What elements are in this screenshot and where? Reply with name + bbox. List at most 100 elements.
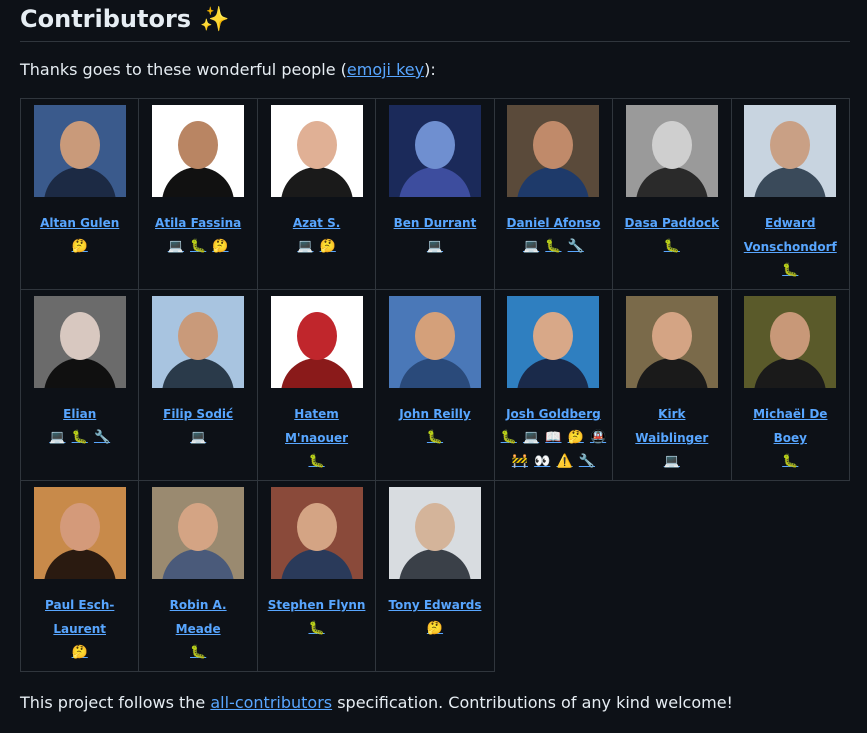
contributor-avatar[interactable] xyxy=(388,487,481,579)
all-contributors-link[interactable]: all-contributors xyxy=(210,693,332,712)
contribution-types: 💻 🤔 xyxy=(258,235,375,259)
contribution-emoji-link[interactable]: 🐛 xyxy=(782,263,798,278)
avatar-torso xyxy=(635,358,708,388)
contributors-row: Paul Esch-Laurent 🤔 Robin A. Meade 🐛 Steph… xyxy=(19,480,850,672)
contribution-emoji-link[interactable]: 🐛 xyxy=(308,454,324,469)
contributor-name-link[interactable]: Michaël De Boey xyxy=(740,402,840,450)
contributor-avatar[interactable] xyxy=(388,105,481,197)
contributor-avatar[interactable] xyxy=(270,105,363,197)
contribution-emoji-link[interactable]: 🐛 xyxy=(501,430,517,445)
contributor-avatar[interactable] xyxy=(625,105,718,197)
contributor-name-link[interactable]: Atila Fassina xyxy=(155,211,241,235)
avatar-torso xyxy=(754,167,827,197)
avatar-torso xyxy=(635,167,708,197)
contributor-name-link[interactable]: Daniel Afonso xyxy=(506,211,600,235)
contribution-emoji-link[interactable]: 🤔 xyxy=(212,239,228,254)
contributors-row: Elian 💻 🐛 🔧 Filip Sodić 💻 Hatem M'naouer 🐛 … xyxy=(19,289,851,481)
contributor-cell: Filip Sodić 💻 xyxy=(138,289,258,481)
contribution-emoji-link[interactable]: 🐛 xyxy=(308,621,324,636)
contribution-emoji-link[interactable]: 💻 xyxy=(427,239,443,254)
contribution-emoji-link[interactable]: 🐛 xyxy=(427,430,443,445)
contribution-emoji-link[interactable]: 🐛 xyxy=(190,239,206,254)
contributor-name-link[interactable]: Hatem M'naouer xyxy=(267,402,367,450)
contribution-emoji-link[interactable]: 💻 xyxy=(523,239,539,254)
contribution-emoji-link[interactable]: 🔧 xyxy=(94,430,110,445)
contribution-emoji-link[interactable]: 💻 xyxy=(297,239,313,254)
avatar-torso xyxy=(398,358,471,388)
contribution-emoji-link[interactable]: 💻 xyxy=(523,430,539,445)
avatar-head xyxy=(770,121,811,169)
contribution-emoji-link[interactable]: 💻 xyxy=(49,430,65,445)
contributor-cell: Kirk Waiblinger 💻 xyxy=(612,289,732,481)
avatar-torso xyxy=(162,358,235,388)
contributor-avatar[interactable] xyxy=(625,296,718,388)
contribution-emoji-link[interactable]: 🚇 xyxy=(590,430,606,445)
contributor-avatar[interactable] xyxy=(270,487,363,579)
avatar-head xyxy=(770,312,811,360)
contributor-name-link[interactable]: Altan Gulen xyxy=(40,211,119,235)
contributor-name-link[interactable]: Robin A. Meade xyxy=(148,593,248,641)
contribution-emoji-link[interactable]: 🐛 xyxy=(545,239,561,254)
contributor-avatar[interactable] xyxy=(744,296,837,388)
contribution-emoji-link[interactable]: 💻 xyxy=(168,239,184,254)
contribution-emoji-link[interactable]: 🐛 xyxy=(190,645,206,660)
contributor-name-link[interactable]: John Reilly xyxy=(399,402,471,426)
contributor-cell: Josh Goldberg 🐛 💻 📖 🤔 🚇 🚧 👀 ⚠️ 🔧 xyxy=(493,289,614,481)
contribution-emoji-link[interactable]: 💻 xyxy=(190,430,206,445)
avatar-torso xyxy=(398,167,471,197)
contribution-emoji-link[interactable]: 🐛 xyxy=(72,430,88,445)
contributor-cell: Dasa Paddock 🐛 xyxy=(612,98,732,290)
contribution-types: 💻 🐛 🤔 xyxy=(139,235,256,259)
contributor-avatar[interactable] xyxy=(270,296,363,388)
intro-suffix: ): xyxy=(424,60,436,79)
contributor-name-link[interactable]: Elian xyxy=(63,402,96,426)
contribution-emoji-link[interactable]: 🤔 xyxy=(72,239,88,254)
contributor-avatar[interactable] xyxy=(33,296,126,388)
contribution-emoji-link[interactable]: 🤔 xyxy=(320,239,336,254)
contributor-name-link[interactable]: Azat S. xyxy=(293,211,340,235)
avatar-head xyxy=(296,312,337,360)
contribution-emoji-link[interactable]: 🐛 xyxy=(782,454,798,469)
avatar-head xyxy=(296,503,337,551)
avatar-head xyxy=(178,503,219,551)
contributor-cell: Michaël De Boey 🐛 xyxy=(730,289,851,481)
contribution-emoji-link[interactable]: ⚠️ xyxy=(556,454,572,469)
contributor-avatar[interactable] xyxy=(152,487,245,579)
contributor-avatar[interactable] xyxy=(744,105,837,197)
contributor-avatar[interactable] xyxy=(152,105,245,197)
contributor-avatar[interactable] xyxy=(507,105,600,197)
contributor-avatar[interactable] xyxy=(388,296,481,388)
contributor-avatar[interactable] xyxy=(33,105,126,197)
contributor-name-link[interactable]: Ben Durrant xyxy=(394,211,477,235)
contribution-emoji-link[interactable]: 🤔 xyxy=(72,645,88,660)
contributor-avatar[interactable] xyxy=(33,487,126,579)
contribution-emoji-link[interactable]: 🤔 xyxy=(427,621,443,636)
contributor-cell: Elian 💻 🐛 🔧 xyxy=(19,289,140,481)
contributor-cell: Robin A. Meade 🐛 xyxy=(138,480,258,672)
contributor-name-link[interactable]: Edward Vonschondorf xyxy=(740,211,840,259)
contributor-avatar[interactable] xyxy=(507,296,600,388)
contributor-name-link[interactable]: Paul Esch-Laurent xyxy=(30,593,130,641)
contribution-types: 🤔 xyxy=(21,235,138,259)
contributor-name-link[interactable]: Stephen Flynn xyxy=(268,593,366,617)
contributor-cell: John Reilly 🐛 xyxy=(375,289,495,481)
contributor-name-link[interactable]: Josh Goldberg xyxy=(506,402,601,426)
contributor-name-link[interactable]: Filip Sodić xyxy=(163,402,233,426)
contribution-emoji-link[interactable]: 🚧 xyxy=(512,454,528,469)
contributor-name-link[interactable]: Kirk Waiblinger xyxy=(622,402,722,450)
contribution-emoji-link[interactable]: 🔧 xyxy=(568,239,584,254)
contribution-emoji-link[interactable]: 💻 xyxy=(664,454,680,469)
contribution-emoji-link[interactable]: 🤔 xyxy=(568,430,584,445)
contributors-table: Altan Gulen 🤔 Atila Fassina 💻 🐛 🤔 Azat S. 💻… xyxy=(19,98,851,672)
contribution-emoji-link[interactable]: 👀 xyxy=(534,454,550,469)
contributor-name-link[interactable]: Dasa Paddock xyxy=(625,211,720,235)
contributor-avatar[interactable] xyxy=(152,296,245,388)
contribution-emoji-link[interactable]: 🐛 xyxy=(664,239,680,254)
contributor-name-link[interactable]: Tony Edwards xyxy=(388,593,481,617)
contribution-emoji-link[interactable]: 📖 xyxy=(545,430,561,445)
avatar-head xyxy=(651,121,692,169)
contributor-cell: Atila Fassina 💻 🐛 🤔 xyxy=(138,98,258,290)
footer-text: This project follows the all-contributor… xyxy=(20,691,850,715)
contribution-emoji-link[interactable]: 🔧 xyxy=(579,454,595,469)
emoji-key-link[interactable]: emoji key xyxy=(347,60,424,79)
